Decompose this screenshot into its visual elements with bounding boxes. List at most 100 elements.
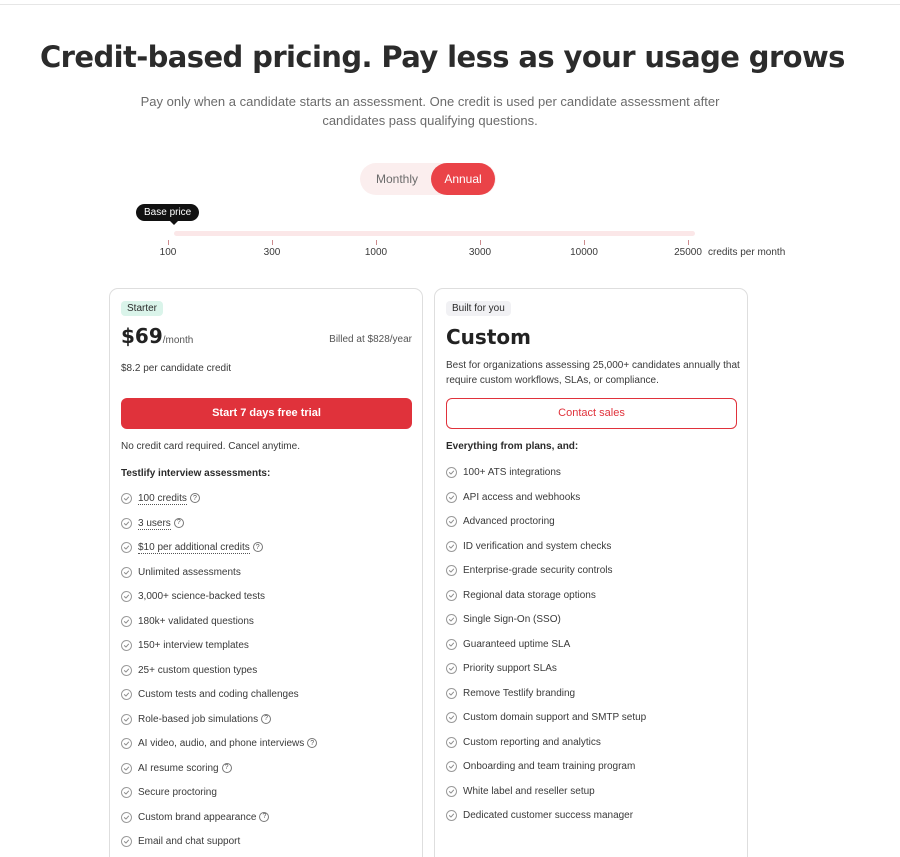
check-circle-icon — [121, 762, 132, 774]
help-icon[interactable]: ? — [261, 713, 272, 724]
check-circle-icon — [446, 712, 457, 723]
check-circle-icon — [446, 467, 457, 478]
feature-item: 150+ interview templates — [121, 640, 317, 665]
feature-text: Role-based job simulations — [138, 713, 259, 725]
tick-label-300[interactable]: 300 — [264, 247, 281, 258]
check-circle-icon — [446, 687, 457, 699]
toggle-annual[interactable]: Annual — [431, 163, 495, 195]
tick-label-1000[interactable]: 1000 — [365, 247, 387, 258]
feature-text: 3 users — [138, 517, 171, 530]
feature-item: API access and webhooks — [446, 491, 646, 517]
feature-item: 25+ custom question types — [121, 664, 317, 690]
feature-text: 180k+ validated questions — [138, 615, 254, 627]
feature-text: $10 per additional credits — [138, 542, 250, 554]
custom-plan-description: Best for organizations assessing 25,000+… — [446, 360, 740, 386]
credits-slider[interactable]: Base price 100 300 1000 3000 10000 25000… — [136, 204, 800, 264]
feature-text: Custom reporting and analytics — [463, 736, 601, 748]
billed-annually-note: Billed at $828/year — [329, 334, 412, 345]
feature-item: Guaranteed uptime SLA — [446, 638, 646, 664]
help-icon[interactable]: ? — [189, 493, 200, 503]
check-circle-icon — [446, 810, 457, 821]
slider-tick — [480, 240, 481, 245]
feature-text: Custom brand appearance — [138, 811, 257, 823]
feature-text: AI resume scoring — [138, 762, 219, 774]
feature-item: AI video, audio, and phone interviews? — [121, 738, 318, 763]
check-circle-icon — [121, 836, 132, 847]
check-circle-icon — [121, 566, 132, 578]
price-period: /month — [162, 335, 194, 346]
check-circle-icon — [446, 663, 457, 674]
credits-unit-label: credits per month — [708, 247, 786, 258]
tick-label-3000[interactable]: 3000 — [469, 247, 491, 258]
check-circle-icon — [121, 517, 132, 529]
feature-item: Unlimited assessments — [121, 566, 317, 592]
starter-badge: Starter — [121, 301, 164, 316]
custom-features-heading: Everything from plans, and: — [446, 441, 579, 452]
feature-item: Onboarding and team training program — [446, 761, 646, 786]
feature-text: 100+ ATS integrations — [463, 467, 561, 478]
help-icon[interactable]: ? — [252, 542, 263, 552]
check-circle-icon — [121, 542, 132, 553]
check-circle-icon — [121, 689, 132, 700]
custom-feature-list: 100+ ATS integrations API access and webh… — [446, 467, 646, 835]
feature-text: Regional data storage options — [463, 589, 596, 601]
feature-item: Single Sign-On (SSO) — [446, 614, 646, 639]
help-icon[interactable]: ? — [307, 738, 318, 748]
feature-text: 3,000+ science-backed tests — [138, 591, 266, 602]
tick-label-25000[interactable]: 25000 — [674, 247, 702, 258]
slider-tick — [168, 240, 169, 245]
check-circle-icon — [446, 638, 457, 650]
feature-item: 100+ ATS integrations — [446, 467, 646, 492]
help-icon[interactable]: ? — [259, 811, 270, 822]
page-title: Credit-based pricing. Pay less as your u… — [40, 40, 845, 74]
feature-text: Custom domain support and SMTP setup — [463, 712, 647, 723]
feature-text: 25+ custom question types — [138, 664, 258, 676]
help-icon[interactable]: ? — [173, 517, 184, 528]
feature-text: Advanced proctoring — [463, 516, 555, 527]
tick-label-10000[interactable]: 10000 — [570, 247, 598, 258]
check-circle-icon — [121, 811, 132, 823]
feature-text: Email and chat support — [138, 836, 241, 847]
custom-plan-title: Custom — [446, 325, 531, 349]
slider-tick — [688, 240, 689, 245]
slider-tick — [272, 240, 273, 245]
check-circle-icon — [446, 785, 457, 797]
contact-sales-button[interactable]: Contact sales — [446, 398, 737, 429]
feature-item: Advanced proctoring — [446, 516, 646, 541]
feature-text: 100 credits — [138, 493, 187, 505]
feature-text: Remove Testlify branding — [463, 687, 576, 699]
feature-item: ID verification and system checks — [446, 540, 646, 566]
feature-text: Unlimited assessments — [138, 566, 241, 578]
feature-item: Regional data storage options — [446, 589, 646, 615]
feature-text: ID verification and system checks — [463, 540, 612, 552]
tick-label-100[interactable]: 100 — [160, 247, 177, 258]
feature-item: Remove Testlify branding — [446, 687, 646, 713]
starter-price: $69/month — [121, 324, 193, 348]
feature-item: 180k+ validated questions — [121, 615, 317, 641]
per-credit-price: $8.2 per candidate credit — [121, 363, 232, 374]
page-subtitle: Pay only when a candidate starts an asse… — [140, 94, 720, 128]
feature-text: Custom tests and coding challenges — [138, 689, 299, 700]
feature-text: 150+ interview templates — [138, 640, 249, 651]
toggle-monthly[interactable]: Monthly — [362, 163, 432, 195]
check-circle-icon — [121, 615, 132, 627]
check-circle-icon — [121, 787, 132, 798]
check-circle-icon — [446, 540, 457, 552]
feature-item: Priority support SLAs — [446, 663, 646, 688]
start-trial-button[interactable]: Start 7 days free trial — [121, 398, 412, 429]
feature-text: Enterprise-grade security controls — [463, 565, 613, 576]
starter-features-heading: Testlify interview assessments: — [121, 468, 271, 479]
feature-item: Email and chat support — [121, 836, 317, 857]
billing-toggle[interactable]: Monthly Annual — [360, 163, 496, 195]
feature-item: 3 users? — [121, 517, 317, 543]
help-icon[interactable]: ? — [221, 762, 232, 773]
check-circle-icon — [446, 516, 457, 527]
check-circle-icon — [446, 761, 457, 772]
check-circle-icon — [121, 591, 132, 602]
custom-plan-card: Built for you Custom Best for organizati… — [434, 288, 748, 857]
check-circle-icon — [121, 713, 132, 725]
slider-track[interactable] — [174, 231, 695, 236]
check-circle-icon — [121, 664, 132, 676]
feature-item: AI resume scoring? — [121, 762, 317, 788]
slider-tick — [376, 240, 377, 245]
